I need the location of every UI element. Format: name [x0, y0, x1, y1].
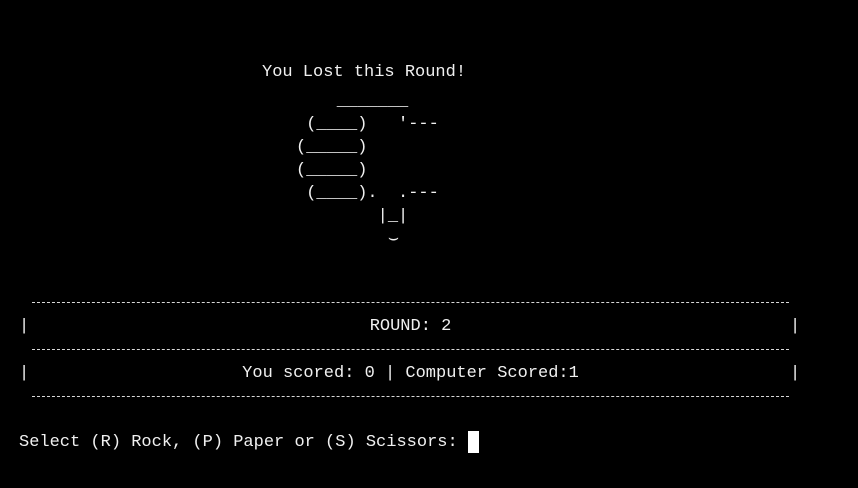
- scoreboard-right-border: |: [790, 364, 801, 383]
- input-prompt-row[interactable]: Select (R) Rock, (P) Paper or (S) Scisso…: [19, 430, 479, 454]
- terminal-window[interactable]: You Lost this Round! _______ (____) '---…: [0, 0, 858, 488]
- round-number: ROUND: 2: [369, 317, 452, 336]
- scoreboard-bottom-rule: [32, 396, 789, 397]
- scoreboard-left-border: |: [19, 317, 30, 336]
- scoreboard-left-border: |: [19, 364, 30, 383]
- score-summary: You scored: 0 | Computer Scored:1: [242, 364, 579, 383]
- scoreboard-top-rule: [32, 302, 789, 303]
- choice-prompt-label: Select (R) Rock, (P) Paper or (S) Scisso…: [19, 432, 458, 452]
- thumbs-down-ascii-art: _______ (____) '--- (_____) (_____) (___…: [296, 92, 439, 249]
- scoreboard-right-border: |: [790, 317, 801, 336]
- scoreboard-middle-rule: [32, 349, 789, 350]
- round-result-message: You Lost this Round!: [262, 63, 467, 82]
- text-cursor[interactable]: [467, 431, 479, 453]
